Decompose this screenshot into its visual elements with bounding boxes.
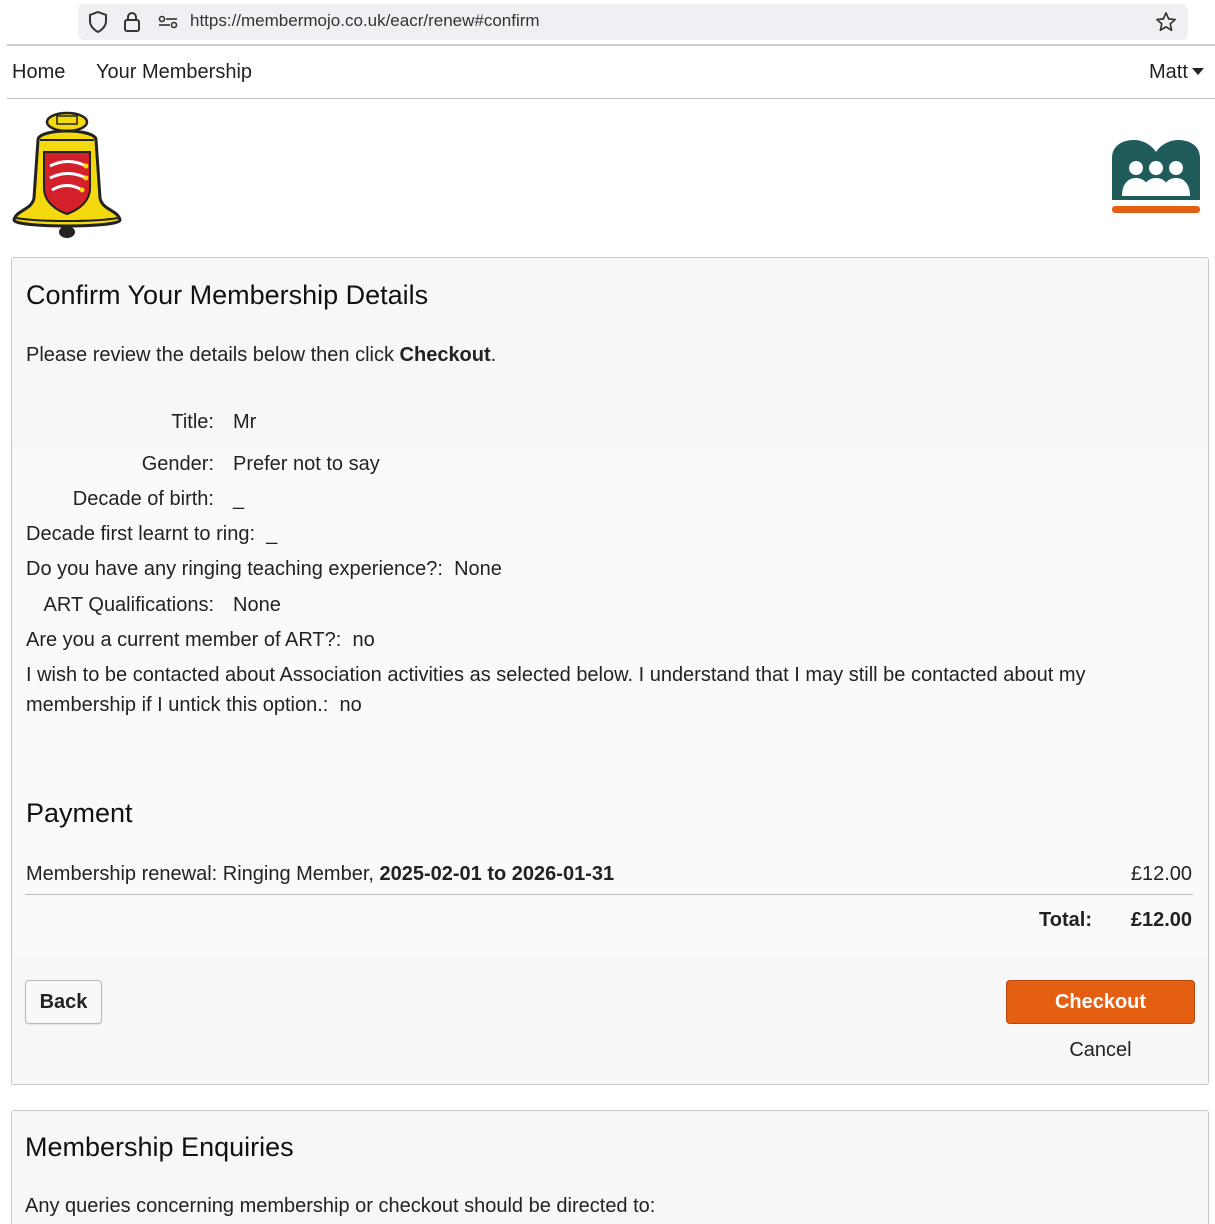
art-member-row: Are you a current member of ART?: no bbox=[26, 629, 375, 652]
payment-divider bbox=[25, 894, 1193, 895]
decade-birth-label: Decade of birth: bbox=[72, 488, 214, 510]
teaching-value: None bbox=[454, 558, 502, 580]
checkout-button[interactable]: Checkout bbox=[1006, 980, 1195, 1024]
teaching-label: Do you have any ringing teaching experie… bbox=[26, 558, 443, 580]
art-qual-value: None bbox=[233, 594, 281, 616]
payment-item-prefix: Membership renewal: Ringing Member, bbox=[26, 863, 380, 885]
intro-text: Please review the details below then cli… bbox=[26, 344, 496, 367]
nav-home-link[interactable]: Home bbox=[12, 61, 65, 84]
payment-item-dates: 2025-02-01 to 2026-01-31 bbox=[379, 863, 615, 885]
gender-value: Prefer not to say bbox=[233, 453, 380, 475]
confirm-heading: Confirm Your Membership Details bbox=[26, 280, 429, 310]
contact-row: membership if I untick this option.: no bbox=[26, 694, 362, 717]
shield-icon[interactable] bbox=[86, 10, 110, 34]
lock-icon[interactable] bbox=[120, 10, 144, 34]
art-member-value: no bbox=[352, 629, 375, 651]
decade-ring-value: _ bbox=[266, 523, 278, 545]
payment-item: Membership renewal: Ringing Member, 2025… bbox=[26, 863, 614, 886]
star-bookmark-icon[interactable] bbox=[1154, 10, 1178, 34]
contact-value: no bbox=[339, 694, 362, 716]
user-menu[interactable]: Matt bbox=[1149, 61, 1204, 84]
membermojo-logo bbox=[1110, 138, 1202, 216]
title-label: Title: bbox=[171, 411, 214, 433]
intro-suffix: . bbox=[490, 344, 497, 366]
art-member-label: Are you a current member of ART?: bbox=[26, 629, 342, 651]
gender-label: Gender: bbox=[141, 453, 214, 475]
total-amount: £12.00 bbox=[1130, 909, 1192, 931]
decade-ring-row: Decade first learnt to ring: _ bbox=[26, 523, 277, 546]
decade-ring-label: Decade first learnt to ring: bbox=[26, 523, 255, 545]
title-value: Mr bbox=[233, 411, 257, 433]
total-label: Total: bbox=[1039, 909, 1092, 931]
cancel-link[interactable]: Cancel bbox=[1006, 1039, 1195, 1062]
contact-label-line2: membership if I untick this option.: bbox=[26, 694, 329, 716]
art-qual-label: ART Qualifications: bbox=[43, 594, 214, 616]
intro-bold: Checkout bbox=[399, 344, 491, 366]
enquiries-text: Any queries concerning membership or che… bbox=[25, 1195, 656, 1217]
enquiries-heading: Membership Enquiries bbox=[25, 1132, 294, 1162]
permissions-icon[interactable] bbox=[156, 10, 180, 34]
contact-label-line1: I wish to be contacted about Association… bbox=[26, 664, 1086, 686]
association-bell-logo bbox=[10, 110, 124, 240]
url-text[interactable]: https://membermojo.co.uk/eacr/renew#conf… bbox=[190, 11, 540, 31]
payment-heading: Payment bbox=[26, 798, 133, 828]
teaching-row: Do you have any ringing teaching experie… bbox=[26, 558, 502, 581]
caret-down-icon bbox=[1191, 68, 1204, 75]
payment-item-amount: £12.00 bbox=[1130, 863, 1192, 885]
intro-prefix: Please review the details below then cli… bbox=[26, 344, 400, 366]
nav-your-membership-link[interactable]: Your Membership bbox=[96, 61, 252, 84]
address-bar[interactable]: https://membermojo.co.uk/eacr/renew#conf… bbox=[78, 4, 1188, 40]
user-name: Matt bbox=[1149, 61, 1188, 83]
top-nav: Home Your Membership Matt bbox=[7, 46, 1215, 99]
back-button[interactable]: Back bbox=[25, 980, 102, 1024]
decade-birth-value: _ bbox=[233, 488, 245, 510]
